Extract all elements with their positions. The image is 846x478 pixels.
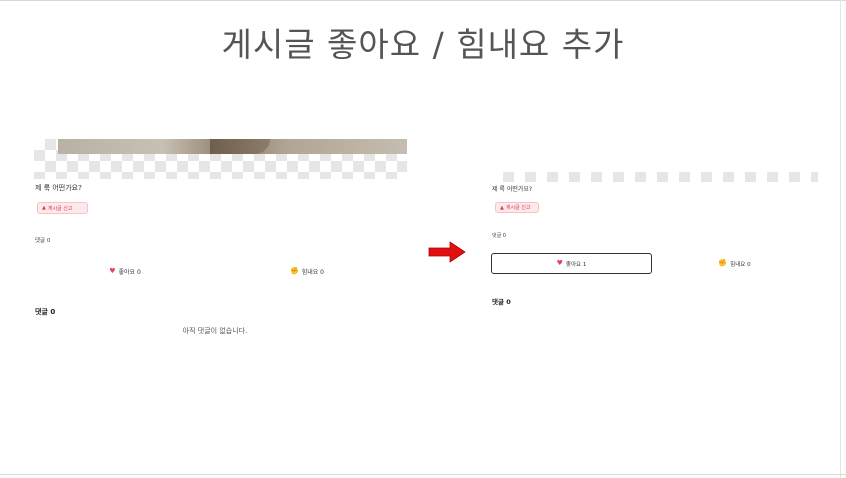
like-label: 좋아요 1	[565, 261, 587, 268]
like-button-active[interactable]: ♥ 좋아요 1	[491, 253, 652, 274]
slide: 게시글 좋아요 / 힘내요 추가 제 룩 어떤가요? ▲ 게시글 신고 댓글 0…	[0, 0, 846, 478]
heart-icon: ♥	[556, 259, 563, 267]
heart-icon: ♥	[109, 266, 116, 275]
like-button[interactable]: ♥ 좋아요 0	[34, 264, 216, 278]
slide-top-divider	[0, 0, 846, 1]
slide-right-divider	[840, 0, 841, 478]
right-arrow-icon	[428, 241, 466, 263]
flexed-biceps-icon: ✊	[718, 259, 728, 267]
comment-count: 댓글 0	[35, 238, 51, 244]
report-post-button[interactable]: ▲ 게시글 신고	[37, 202, 88, 214]
comments-header: 댓글 0	[35, 308, 56, 316]
comments-header: 댓글 0	[492, 298, 511, 306]
post-photo-shadow	[210, 139, 270, 154]
post-title: 제 룩 어떤가요?	[492, 186, 533, 193]
report-post-label: 게시글 신고	[505, 205, 531, 211]
post-image[interactable]	[492, 172, 818, 182]
comment-count: 댓글 0	[492, 233, 506, 239]
cheer-label: 힘내요 0	[301, 268, 324, 276]
cheer-label: 힘내요 0	[730, 261, 751, 268]
like-label: 좋아요 0	[118, 268, 141, 276]
report-post-button[interactable]: ▲ 게시글 신고	[495, 202, 539, 213]
flexed-biceps-icon: ✊	[289, 266, 299, 275]
siren-icon: ▲	[42, 205, 46, 211]
post-title: 제 룩 어떤가요?	[35, 184, 82, 192]
siren-icon: ▲	[500, 204, 504, 211]
empty-comments-message: 아직 댓글이 없습니다.	[182, 327, 248, 335]
report-post-label: 게시글 신고	[47, 205, 73, 212]
cheer-button[interactable]: ✊ 힘내요 0	[216, 264, 398, 278]
cheer-button[interactable]: ✊ 힘내요 0	[654, 253, 815, 274]
slide-title: 게시글 좋아요 / 힘내요 추가	[221, 25, 625, 64]
slide-bottom-divider	[0, 474, 846, 475]
post-image[interactable]	[34, 139, 407, 179]
